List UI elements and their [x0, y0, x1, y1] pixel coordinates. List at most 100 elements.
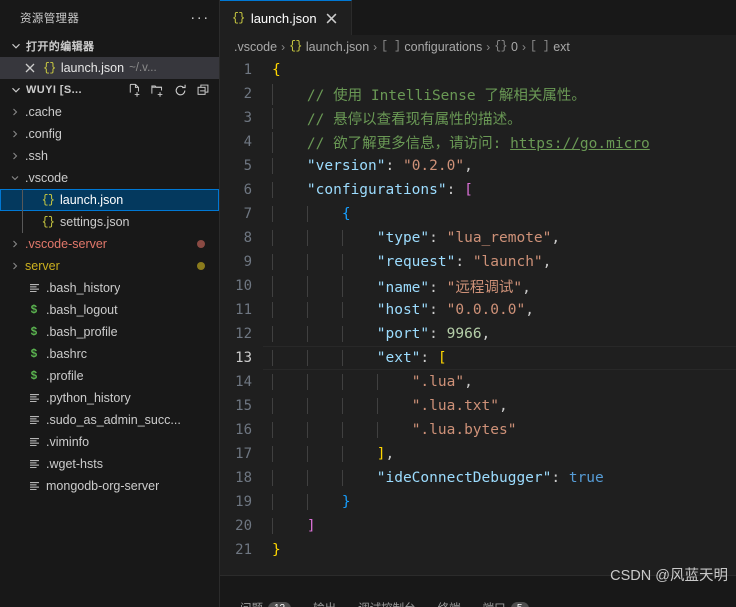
indent-guide — [272, 326, 273, 342]
tree-file-row[interactable]: .wget-hsts — [0, 453, 219, 475]
json-icon: {} — [41, 215, 55, 229]
tree-folder-row[interactable]: .cache — [0, 101, 219, 123]
indent-guide — [272, 275, 273, 297]
code-line[interactable]: 5 "version": "0.2.0", — [220, 154, 736, 178]
section-workspace[interactable]: WUYI [S... — [0, 79, 219, 101]
code-line[interactable]: 19 } — [220, 490, 736, 514]
code-editor[interactable]: 1{2 // 使用 IntelliSense 了解相关属性。 3 // 悬停以查看… — [220, 58, 736, 575]
tree-file-row[interactable]: $ .bash_profile — [0, 321, 219, 343]
code-text: "name": "远程调试", — [272, 275, 736, 297]
open-editor-item-launch-json[interactable]: {} launch.json ~/.v... — [0, 57, 219, 79]
collapse-all-icon[interactable] — [193, 80, 213, 100]
breadcrumb-label: .vscode — [234, 39, 278, 54]
indent-guide — [22, 189, 23, 211]
line-number: 16 — [235, 422, 252, 438]
code-line[interactable]: 8 "type": "lua_remote", — [220, 226, 736, 250]
code-line[interactable]: 3 // 悬停以查看现有属性的描述。 — [220, 106, 736, 130]
editor-area: {} launch.json .vscode ›{} launch.json ›[ ]… — [220, 0, 736, 607]
chevron-right-icon — [8, 126, 22, 142]
code-line[interactable]: 11 "host": "0.0.0.0", — [220, 298, 736, 322]
line-number: 17 — [235, 446, 252, 462]
more-actions-icon[interactable]: ··· — [189, 7, 211, 29]
tree-folder-row[interactable]: .vscode-server — [0, 233, 219, 255]
code-text: "host": "0.0.0.0", — [272, 302, 736, 318]
section-open-editors[interactable]: 打开的编辑器 — [0, 35, 219, 57]
code-line[interactable]: 20 ] — [220, 514, 736, 538]
code-line[interactable]: 13 "ext": [ — [220, 346, 736, 370]
file-tree: .cache .config .ssh .vscode {} launch.json {} s… — [0, 101, 219, 607]
line-number: 11 — [235, 302, 252, 318]
code-token: , — [525, 302, 534, 318]
code-token: // 欲了解更多信息，请访问: — [272, 135, 511, 152]
close-icon[interactable] — [22, 60, 38, 76]
code-token: , — [385, 446, 395, 462]
code-line[interactable]: 18 "ideConnectDebugger": true — [220, 466, 736, 490]
tab-close-icon[interactable] — [323, 9, 341, 27]
panel-tab[interactable]: 端口 5 — [483, 600, 529, 607]
code-line[interactable]: 7 { — [220, 202, 736, 226]
code-token: , — [499, 398, 508, 414]
tree-folder-row[interactable]: .config — [0, 123, 219, 145]
code-token: } — [272, 542, 281, 558]
code-line[interactable]: 10 "name": "远程调试", — [220, 274, 736, 298]
code-text: "ideConnectDebugger": true — [272, 470, 736, 486]
tree-folder-row[interactable]: .vscode — [0, 167, 219, 189]
code-line[interactable]: 1{ — [220, 58, 736, 82]
code-line[interactable]: 17 ], — [220, 442, 736, 466]
code-line[interactable]: 14 ".lua", — [220, 370, 736, 394]
indent-guide — [306, 446, 308, 462]
tab-launch-json[interactable]: {} launch.json — [220, 0, 352, 35]
new-file-icon[interactable] — [124, 80, 144, 100]
code-text: "ext": [ — [272, 350, 736, 366]
new-folder-icon[interactable] — [147, 80, 167, 100]
tree-file-row[interactable]: .python_history — [0, 387, 219, 409]
tree-file-row[interactable]: {} launch.json — [0, 189, 219, 211]
tree-file-row[interactable]: {} settings.json — [0, 211, 219, 233]
tree-file-row[interactable]: .viminfo — [0, 431, 219, 453]
panel-tab[interactable]: 终端 — [438, 600, 461, 607]
panel-tab[interactable]: 调试控制台 — [358, 600, 416, 607]
tree-file-row[interactable]: $ .bashrc — [0, 343, 219, 365]
breadcrumb-item[interactable]: .vscode — [234, 40, 277, 54]
breadcrumb-item[interactable]: {} 0 — [494, 40, 518, 54]
code-token: : — [385, 158, 403, 174]
breadcrumb-item[interactable]: [ ] ext — [530, 40, 570, 54]
code-token[interactable]: https://go.micro — [510, 136, 650, 152]
breadcrumb-item[interactable]: {} launch.json — [289, 40, 369, 54]
json-icon: {} — [41, 193, 55, 207]
tree-file-row[interactable]: .bash_history — [0, 277, 219, 299]
code-line[interactable]: 6 "configurations": [ — [220, 178, 736, 202]
refresh-icon[interactable] — [170, 80, 190, 100]
panel-tab[interactable]: 输出 — [313, 600, 336, 607]
breadcrumb-item[interactable]: [ ] configurations — [381, 40, 482, 54]
code-token: , — [542, 254, 552, 270]
code-line[interactable]: 2 // 使用 IntelliSense 了解相关属性。 — [220, 82, 736, 106]
code-line[interactable]: 21} — [220, 538, 736, 562]
panel-tab-label: 调试控制台 — [358, 600, 416, 607]
tree-file-row[interactable]: $ .bash_logout — [0, 299, 219, 321]
line-number: 6 — [243, 182, 252, 198]
code-line[interactable]: 15 ".lua.txt", — [220, 394, 736, 418]
code-line[interactable]: 12 "port": 9966, — [220, 322, 736, 346]
code-line[interactable]: 4 // 欲了解更多信息，请访问: https://go.micro — [220, 130, 736, 154]
line-number: 1 — [243, 62, 252, 78]
section-open-editors-label: 打开的编辑器 — [26, 41, 95, 53]
tree-file-row[interactable]: mongodb-org-server — [0, 475, 219, 497]
code-line[interactable]: 16 ".lua.bytes" — [220, 418, 736, 442]
tree-folder-row[interactable]: server — [0, 255, 219, 277]
indent-guide — [272, 230, 273, 246]
code-line[interactable]: 9 "request": "launch", — [220, 250, 736, 274]
tree-file-row[interactable]: .sudo_as_admin_succ... — [0, 409, 219, 431]
panel-tab[interactable]: 问题 12 — [240, 600, 292, 607]
tree-folder-row[interactable]: .ssh — [0, 145, 219, 167]
indent-guide — [341, 374, 343, 390]
indent-guide — [272, 470, 273, 486]
code-token: "0.0.0.0" — [446, 302, 526, 318]
explorer-title: 资源管理器 — [20, 12, 80, 25]
tree-file-row[interactable]: $ .profile — [0, 365, 219, 387]
